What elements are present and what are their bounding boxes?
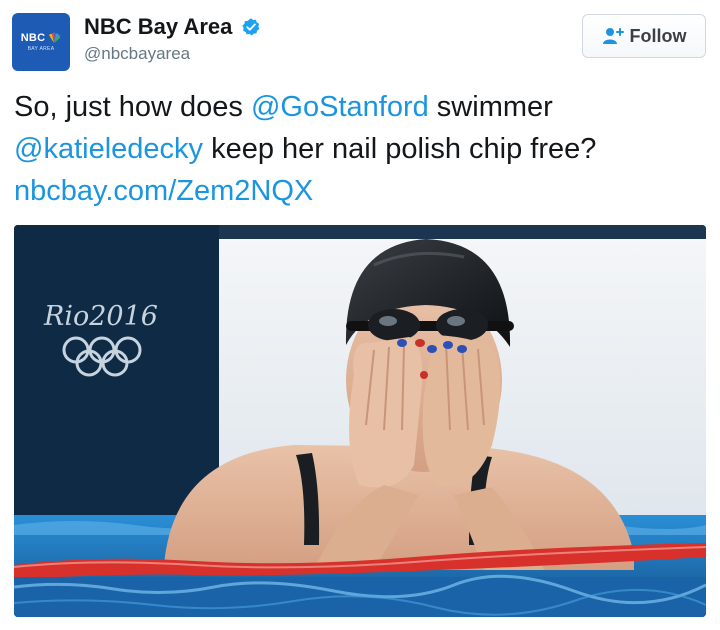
account-handle[interactable]: @nbcbayarea bbox=[84, 44, 261, 64]
nbc-logo: NBC bbox=[21, 32, 61, 44]
avatar-subtitle: BAY AREA bbox=[27, 46, 55, 52]
tweet-photo[interactable]: Rio2016 bbox=[14, 225, 706, 617]
tweet-text-segment: keep her nail polish chip free? bbox=[203, 133, 597, 165]
mention-link-katieledecky[interactable]: @katieledecky bbox=[14, 133, 203, 165]
mention-link-gostanford[interactable]: @GoStanford bbox=[251, 91, 429, 123]
tweet-text: So, just how does @GoStanford swimmer @k… bbox=[14, 86, 704, 212]
rio-signage-text: Rio2016 bbox=[43, 301, 158, 332]
tweet-card: NBC BAY AREA NBC Bay Area @nbcbayarea Fo… bbox=[0, 0, 720, 630]
follow-button[interactable]: Follow bbox=[582, 14, 706, 58]
add-user-icon bbox=[602, 28, 624, 44]
verified-badge-icon bbox=[242, 18, 260, 36]
peacock-icon bbox=[49, 32, 61, 43]
account-info: NBC Bay Area @nbcbayarea bbox=[84, 14, 261, 64]
avatar-logo-text: NBC bbox=[20, 32, 46, 44]
tweet-text-segment: swimmer bbox=[428, 91, 553, 123]
follow-label: Follow bbox=[629, 25, 687, 46]
avatar[interactable]: NBC BAY AREA bbox=[12, 13, 70, 71]
short-url-link[interactable]: nbcbay.com/Zem2NQX bbox=[14, 175, 313, 207]
swimmer-photo: Rio2016 bbox=[14, 225, 706, 617]
tweet-text-segment: So, just how does bbox=[14, 91, 251, 123]
display-name[interactable]: NBC Bay Area bbox=[84, 14, 232, 40]
